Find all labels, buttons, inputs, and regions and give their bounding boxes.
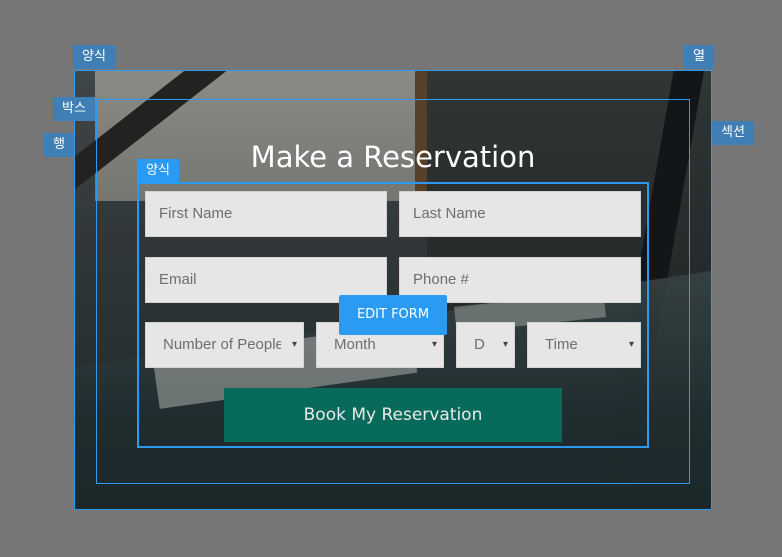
- last-name-field[interactable]: Last Name: [399, 191, 641, 237]
- section-label[interactable]: 섹션: [712, 121, 754, 145]
- chevron-down-icon: ▾: [628, 339, 634, 350]
- edit-form-button[interactable]: EDIT FORM: [339, 295, 447, 335]
- number-of-people-value: Number of People: [163, 336, 281, 353]
- row-label[interactable]: 행: [44, 133, 74, 157]
- number-of-people-select[interactable]: Number of People ▾: [145, 322, 304, 368]
- day-value: D: [474, 336, 485, 353]
- form-outer-label[interactable]: 양식: [73, 45, 115, 69]
- book-reservation-button[interactable]: Book My Reservation: [224, 388, 562, 442]
- box-label[interactable]: 박스: [53, 97, 95, 121]
- chevron-down-icon: ▾: [291, 339, 297, 350]
- day-select[interactable]: D ▾: [456, 322, 515, 368]
- form-title: Make a Reservation: [250, 140, 536, 174]
- time-select[interactable]: Time ▾: [527, 322, 641, 368]
- column-label[interactable]: 열: [684, 45, 714, 69]
- time-value: Time: [545, 336, 578, 353]
- first-name-field[interactable]: First Name: [145, 191, 387, 237]
- chevron-down-icon: ▾: [502, 339, 508, 350]
